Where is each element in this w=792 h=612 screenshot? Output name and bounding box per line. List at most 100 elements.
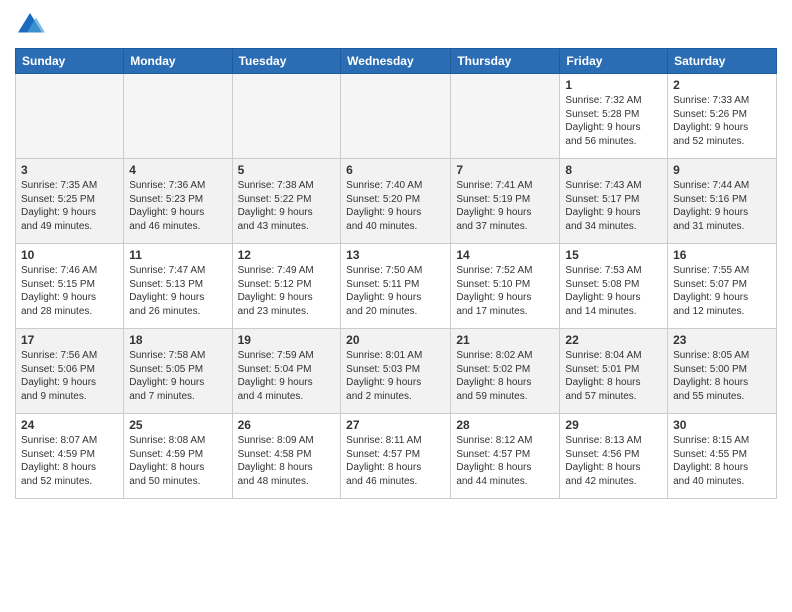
calendar-cell: 25 Sunrise: 8:08 AM Sunset: 4:59 PM Dayli… bbox=[124, 414, 232, 499]
day-number: 1 bbox=[565, 78, 662, 92]
day-number: 10 bbox=[21, 248, 118, 262]
weekday-friday: Friday bbox=[560, 49, 668, 74]
day-info: Sunrise: 7:38 AM Sunset: 5:22 PM Dayligh… bbox=[238, 179, 336, 233]
day-number: 27 bbox=[346, 418, 445, 432]
calendar-cell: 17 Sunrise: 7:56 AM Sunset: 5:06 PM Dayli… bbox=[16, 329, 124, 414]
weekday-thursday: Thursday bbox=[451, 49, 560, 74]
calendar-cell: 3 Sunrise: 7:35 AM Sunset: 5:25 PM Daylig… bbox=[16, 159, 124, 244]
day-number: 21 bbox=[456, 333, 554, 347]
calendar-cell: 15 Sunrise: 7:53 AM Sunset: 5:08 PM Dayli… bbox=[560, 244, 668, 329]
calendar-cell bbox=[341, 74, 451, 159]
day-number: 4 bbox=[129, 163, 226, 177]
day-info: Sunrise: 7:58 AM Sunset: 5:05 PM Dayligh… bbox=[129, 349, 226, 403]
calendar-cell: 20 Sunrise: 8:01 AM Sunset: 5:03 PM Dayli… bbox=[341, 329, 451, 414]
day-number: 14 bbox=[456, 248, 554, 262]
day-number: 19 bbox=[238, 333, 336, 347]
calendar-cell: 23 Sunrise: 8:05 AM Sunset: 5:00 PM Dayli… bbox=[668, 329, 777, 414]
day-number: 6 bbox=[346, 163, 445, 177]
day-number: 7 bbox=[456, 163, 554, 177]
calendar-cell: 19 Sunrise: 7:59 AM Sunset: 5:04 PM Dayli… bbox=[232, 329, 341, 414]
calendar-cell: 21Sunrise: 8:02 AM Sunset: 5:02 PM Dayli… bbox=[451, 329, 560, 414]
calendar-cell: 1 Sunrise: 7:32 AM Sunset: 5:28 PM Daylig… bbox=[560, 74, 668, 159]
calendar-cell: 24Sunrise: 8:07 AM Sunset: 4:59 PM Dayli… bbox=[16, 414, 124, 499]
calendar-cell: 18 Sunrise: 7:58 AM Sunset: 5:05 PM Dayli… bbox=[124, 329, 232, 414]
day-number: 3 bbox=[21, 163, 118, 177]
calendar-week-row: 24Sunrise: 8:07 AM Sunset: 4:59 PM Dayli… bbox=[16, 414, 777, 499]
day-number: 28 bbox=[456, 418, 554, 432]
calendar-cell: 8 Sunrise: 7:43 AM Sunset: 5:17 PM Daylig… bbox=[560, 159, 668, 244]
day-info: Sunrise: 8:01 AM Sunset: 5:03 PM Dayligh… bbox=[346, 349, 445, 403]
day-info: Sunrise: 8:07 AM Sunset: 4:59 PM Dayligh… bbox=[21, 434, 118, 488]
weekday-wednesday: Wednesday bbox=[341, 49, 451, 74]
calendar-cell: 14 Sunrise: 7:52 AM Sunset: 5:10 PM Dayli… bbox=[451, 244, 560, 329]
day-info: Sunrise: 7:52 AM Sunset: 5:10 PM Dayligh… bbox=[456, 264, 554, 318]
day-info: Sunrise: 7:43 AM Sunset: 5:17 PM Dayligh… bbox=[565, 179, 662, 233]
day-number: 25 bbox=[129, 418, 226, 432]
day-info: Sunrise: 8:11 AM Sunset: 4:57 PM Dayligh… bbox=[346, 434, 445, 488]
day-info: Sunrise: 7:49 AM Sunset: 5:12 PM Dayligh… bbox=[238, 264, 336, 318]
day-info: Sunrise: 8:09 AM Sunset: 4:58 PM Dayligh… bbox=[238, 434, 336, 488]
calendar-cell: 27 Sunrise: 8:11 AM Sunset: 4:57 PM Dayli… bbox=[341, 414, 451, 499]
day-info: Sunrise: 8:04 AM Sunset: 5:01 PM Dayligh… bbox=[565, 349, 662, 403]
calendar-cell: 2 Sunrise: 7:33 AM Sunset: 5:26 PM Daylig… bbox=[668, 74, 777, 159]
calendar-week-row: 3 Sunrise: 7:35 AM Sunset: 5:25 PM Daylig… bbox=[16, 159, 777, 244]
calendar-cell bbox=[16, 74, 124, 159]
day-number: 16 bbox=[673, 248, 771, 262]
calendar-cell: 7 Sunrise: 7:41 AM Sunset: 5:19 PM Daylig… bbox=[451, 159, 560, 244]
day-number: 15 bbox=[565, 248, 662, 262]
day-info: Sunrise: 8:12 AM Sunset: 4:57 PM Dayligh… bbox=[456, 434, 554, 488]
day-number: 8 bbox=[565, 163, 662, 177]
day-number: 17 bbox=[21, 333, 118, 347]
calendar-cell: 5 Sunrise: 7:38 AM Sunset: 5:22 PM Daylig… bbox=[232, 159, 341, 244]
day-number: 2 bbox=[673, 78, 771, 92]
calendar-cell: 13 Sunrise: 7:50 AM Sunset: 5:11 PM Dayli… bbox=[341, 244, 451, 329]
day-info: Sunrise: 7:55 AM Sunset: 5:07 PM Dayligh… bbox=[673, 264, 771, 318]
day-info: Sunrise: 7:32 AM Sunset: 5:28 PM Dayligh… bbox=[565, 94, 662, 148]
weekday-saturday: Saturday bbox=[668, 49, 777, 74]
day-number: 9 bbox=[673, 163, 771, 177]
day-number: 13 bbox=[346, 248, 445, 262]
day-info: Sunrise: 8:15 AM Sunset: 4:55 PM Dayligh… bbox=[673, 434, 771, 488]
calendar-cell: 6 Sunrise: 7:40 AM Sunset: 5:20 PM Daylig… bbox=[341, 159, 451, 244]
day-number: 29 bbox=[565, 418, 662, 432]
day-info: Sunrise: 7:41 AM Sunset: 5:19 PM Dayligh… bbox=[456, 179, 554, 233]
calendar-week-row: 17 Sunrise: 7:56 AM Sunset: 5:06 PM Dayli… bbox=[16, 329, 777, 414]
day-info: Sunrise: 7:33 AM Sunset: 5:26 PM Dayligh… bbox=[673, 94, 771, 148]
day-info: Sunrise: 8:05 AM Sunset: 5:00 PM Dayligh… bbox=[673, 349, 771, 403]
logo bbox=[15, 10, 49, 40]
day-number: 11 bbox=[129, 248, 226, 262]
weekday-header-row: SundayMondayTuesdayWednesdayThursdayFrid… bbox=[16, 49, 777, 74]
calendar: SundayMondayTuesdayWednesdayThursdayFrid… bbox=[15, 48, 777, 499]
day-info: Sunrise: 7:40 AM Sunset: 5:20 PM Dayligh… bbox=[346, 179, 445, 233]
calendar-cell: 30 Sunrise: 8:15 AM Sunset: 4:55 PM Dayli… bbox=[668, 414, 777, 499]
day-number: 18 bbox=[129, 333, 226, 347]
day-info: Sunrise: 8:13 AM Sunset: 4:56 PM Dayligh… bbox=[565, 434, 662, 488]
day-info: Sunrise: 7:56 AM Sunset: 5:06 PM Dayligh… bbox=[21, 349, 118, 403]
calendar-cell bbox=[232, 74, 341, 159]
logo-icon bbox=[15, 10, 45, 40]
day-info: Sunrise: 7:46 AM Sunset: 5:15 PM Dayligh… bbox=[21, 264, 118, 318]
day-number: 30 bbox=[673, 418, 771, 432]
day-number: 23 bbox=[673, 333, 771, 347]
weekday-monday: Monday bbox=[124, 49, 232, 74]
day-info: Sunrise: 8:08 AM Sunset: 4:59 PM Dayligh… bbox=[129, 434, 226, 488]
calendar-cell: 10 Sunrise: 7:46 AM Sunset: 5:15 PM Dayli… bbox=[16, 244, 124, 329]
day-info: Sunrise: 7:50 AM Sunset: 5:11 PM Dayligh… bbox=[346, 264, 445, 318]
calendar-cell: 12Sunrise: 7:49 AM Sunset: 5:12 PM Dayli… bbox=[232, 244, 341, 329]
calendar-cell bbox=[124, 74, 232, 159]
header bbox=[15, 10, 777, 40]
day-number: 5 bbox=[238, 163, 336, 177]
calendar-cell: 28 Sunrise: 8:12 AM Sunset: 4:57 PM Dayli… bbox=[451, 414, 560, 499]
day-info: Sunrise: 7:35 AM Sunset: 5:25 PM Dayligh… bbox=[21, 179, 118, 233]
day-number: 20 bbox=[346, 333, 445, 347]
day-info: Sunrise: 7:59 AM Sunset: 5:04 PM Dayligh… bbox=[238, 349, 336, 403]
calendar-cell: 11 Sunrise: 7:47 AM Sunset: 5:13 PM Dayli… bbox=[124, 244, 232, 329]
calendar-cell: 22Sunrise: 8:04 AM Sunset: 5:01 PM Dayli… bbox=[560, 329, 668, 414]
calendar-week-row: 10 Sunrise: 7:46 AM Sunset: 5:15 PM Dayli… bbox=[16, 244, 777, 329]
calendar-cell bbox=[451, 74, 560, 159]
calendar-cell: 16 Sunrise: 7:55 AM Sunset: 5:07 PM Dayli… bbox=[668, 244, 777, 329]
day-info: Sunrise: 7:53 AM Sunset: 5:08 PM Dayligh… bbox=[565, 264, 662, 318]
day-info: Sunrise: 7:47 AM Sunset: 5:13 PM Dayligh… bbox=[129, 264, 226, 318]
weekday-sunday: Sunday bbox=[16, 49, 124, 74]
calendar-cell: 26Sunrise: 8:09 AM Sunset: 4:58 PM Dayli… bbox=[232, 414, 341, 499]
